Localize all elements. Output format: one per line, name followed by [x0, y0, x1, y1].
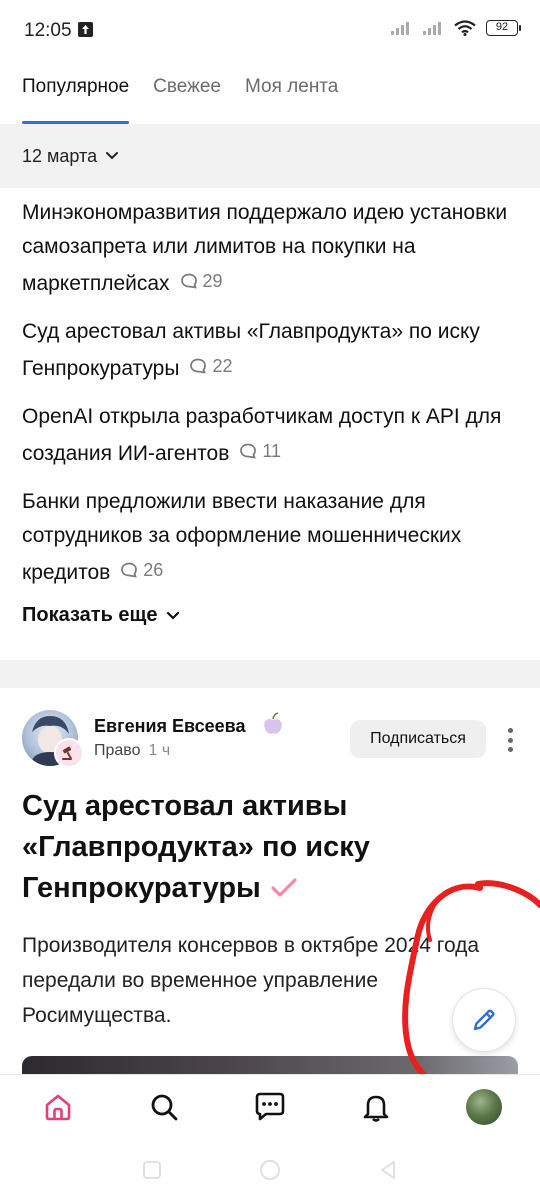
back-icon[interactable]	[376, 1158, 400, 1182]
subscribe-button[interactable]: Подписаться	[350, 720, 486, 758]
date-label: 12 марта	[22, 145, 98, 166]
comment-count-value: 26	[143, 560, 164, 580]
nav-search[interactable]	[146, 1089, 182, 1125]
status-indicators: 92	[390, 20, 521, 36]
comment-icon	[180, 273, 197, 289]
post-time: 1 ч	[148, 742, 171, 759]
recent-apps-icon[interactable]	[140, 1158, 164, 1182]
post-description: Производителя консервов в октябре 2024 г…	[22, 934, 480, 1027]
author-name[interactable]: Евгения Евсеева	[94, 716, 246, 737]
post-category[interactable]: Право	[94, 742, 141, 759]
post-title[interactable]: Суд арестовал активы «Главпродукта» по и…	[22, 786, 492, 909]
gavel-badge-icon	[54, 738, 84, 768]
news-title: Минэкономразвития поддержало идею устано…	[22, 201, 508, 295]
news-item[interactable]: OpenAI открыла разработчикам доступ к AP…	[22, 400, 522, 471]
tab-fresh[interactable]: Свежее	[153, 62, 221, 124]
status-time: 12:05	[24, 20, 72, 41]
section-divider	[0, 660, 540, 688]
news-title: Банки предложили ввести наказание для со…	[22, 490, 462, 584]
signal-icon-2	[423, 22, 441, 35]
comment-count: 22	[189, 349, 232, 383]
apple-emoji-icon	[264, 712, 282, 734]
post-title-text: Суд арестовал активы «Главпродукта» по и…	[22, 790, 370, 904]
write-post-button[interactable]	[452, 988, 516, 1052]
wifi-icon	[454, 20, 476, 36]
comment-count-value: 22	[212, 356, 233, 376]
comment-count: 29	[180, 264, 223, 298]
comment-icon	[121, 562, 138, 578]
date-selector[interactable]: 12 марта	[0, 124, 540, 188]
news-item[interactable]: Минэкономразвития поддержало идею устано…	[22, 196, 522, 301]
tab-popular[interactable]: Популярное	[22, 62, 130, 124]
chat-icon	[255, 1092, 285, 1121]
nav-messages[interactable]	[252, 1089, 288, 1125]
nav-home[interactable]	[40, 1089, 76, 1125]
more-options-icon[interactable]	[504, 728, 516, 752]
comment-count: 26	[120, 553, 163, 587]
pencil-icon	[473, 1009, 495, 1031]
home-system-icon[interactable]	[258, 1158, 282, 1182]
show-more-button[interactable]: Показать еще	[22, 604, 180, 627]
battery-indicator: 92	[486, 20, 521, 36]
post-meta: Право 1 ч	[94, 742, 170, 760]
bottom-navigation	[0, 1074, 540, 1138]
tab-my-feed[interactable]: Моя лента	[245, 62, 338, 124]
system-navigation	[0, 1140, 540, 1200]
search-icon	[151, 1094, 178, 1121]
post-header: Евгения Евсеева Право 1 ч Подписаться	[22, 708, 522, 770]
status-bar: 12:05 92	[0, 0, 540, 60]
nav-notifications[interactable]	[358, 1089, 394, 1125]
profile-avatar	[466, 1089, 502, 1125]
comment-icon	[190, 358, 207, 374]
bell-icon	[363, 1095, 389, 1122]
feed-tabs: Популярное Свежее Моя лента	[0, 62, 540, 124]
news-list: Минэкономразвития поддержало идею устано…	[22, 196, 522, 604]
comment-count-value: 11	[262, 441, 282, 461]
news-item[interactable]: Суд арестовал активы «Главпродукта» по и…	[22, 315, 522, 386]
comment-icon	[240, 443, 257, 459]
news-item[interactable]: Банки предложили ввести наказание для со…	[22, 485, 522, 590]
chevron-down-icon	[106, 152, 119, 160]
verified-check-icon	[271, 878, 297, 897]
comment-count: 11	[239, 434, 281, 468]
news-title: Суд арестовал активы «Главпродукта» по и…	[22, 320, 480, 380]
nav-profile[interactable]	[466, 1089, 502, 1125]
comment-count-value: 29	[202, 271, 223, 291]
home-icon	[45, 1094, 71, 1121]
show-more-label: Показать еще	[22, 604, 158, 626]
signal-icon	[391, 22, 409, 35]
upload-icon	[78, 22, 93, 37]
chevron-down-icon	[166, 611, 179, 620]
